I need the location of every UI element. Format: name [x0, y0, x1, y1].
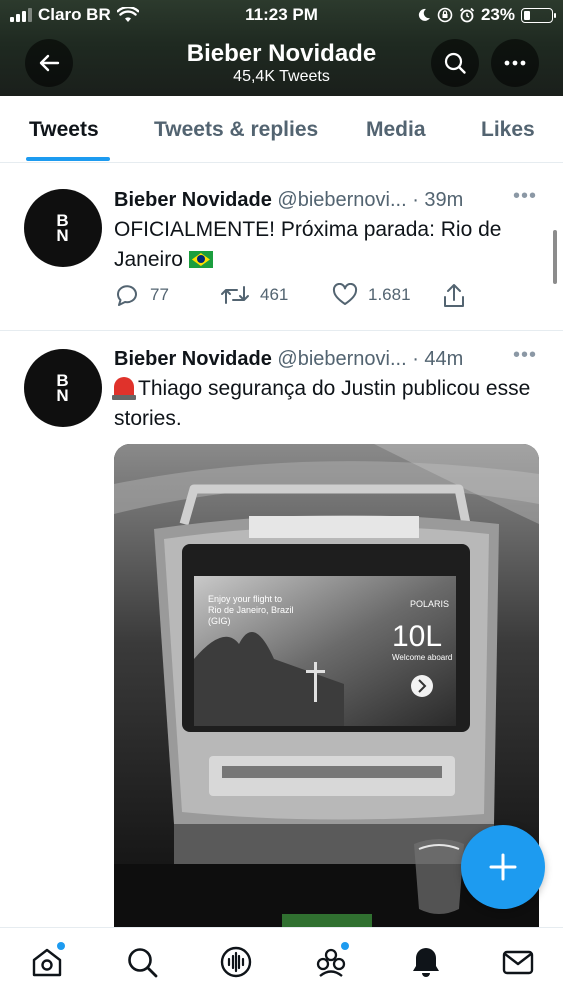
- share-icon: [444, 284, 464, 307]
- media-welcome: Welcome aboard: [392, 653, 452, 662]
- media-text-line1: Enjoy your flight to: [208, 594, 282, 604]
- share-button[interactable]: [442, 283, 466, 309]
- tweet-more-button[interactable]: •••: [513, 344, 537, 367]
- tweet-header: Bieber Novidade @biebernovi... · 39m: [114, 189, 463, 212]
- scroll-indicator[interactable]: [553, 230, 557, 284]
- retweet-button[interactable]: 461: [220, 283, 288, 307]
- tweet-time: · 44m: [412, 348, 464, 370]
- media-text-line3: (GIG): [208, 616, 231, 626]
- nav-home[interactable]: [25, 940, 69, 984]
- author-handle: @biebernovi...: [277, 189, 407, 211]
- reply-button[interactable]: 77: [114, 283, 169, 307]
- like-count: 1.681: [368, 285, 411, 304]
- avatar-letter-bottom: N: [56, 226, 70, 245]
- tab-media[interactable]: Media: [366, 118, 426, 142]
- notifications-icon: [413, 948, 439, 977]
- author-name[interactable]: Bieber Novidade: [114, 348, 272, 370]
- tweet[interactable]: B N Bieber Novidade @biebernovi... · 39m…: [0, 163, 563, 331]
- nav-search[interactable]: [120, 940, 164, 984]
- tweet-text-container: OFICIALMENTE! Próxima parada: Rio de Jan…: [114, 215, 534, 275]
- home-icon: [32, 948, 62, 977]
- search-icon: [128, 948, 158, 978]
- media-text-line2: Rio de Janeiro, Brazil: [208, 605, 294, 615]
- retweet-icon: [221, 286, 249, 304]
- avatar[interactable]: B N: [24, 349, 102, 427]
- orientation-lock-icon: [437, 7, 453, 23]
- tweet-text: OFICIALMENTE! Próxima parada: Rio de Jan…: [114, 218, 502, 271]
- brazil-flag-icon: [188, 251, 213, 268]
- spaces-icon: [220, 946, 252, 978]
- tweet-time: · 39m: [412, 189, 464, 211]
- tweet-count: 45,4K Tweets: [233, 68, 330, 85]
- status-bar: Claro BR 11:23 PM 23%: [0, 0, 563, 32]
- rotating-light-icon: [112, 377, 136, 400]
- tab-tweets-replies[interactable]: Tweets & replies: [154, 118, 318, 142]
- bottom-navigation: [0, 927, 563, 1000]
- nav-notifications[interactable]: [404, 940, 448, 984]
- battery-percent: 23%: [480, 5, 515, 24]
- media-brand: POLARIS: [410, 599, 449, 609]
- app-root: Claro BR 11:23 PM 23% Bieber Novidade 45…: [0, 0, 563, 1000]
- plus-icon: [489, 853, 517, 881]
- more-options-button[interactable]: [491, 39, 539, 87]
- notification-dot: [57, 942, 65, 950]
- tweet-more-button[interactable]: •••: [513, 185, 537, 208]
- tab-likes[interactable]: Likes: [481, 118, 535, 142]
- tweet-text-container: Thiago segurança do Justin publicou esse…: [112, 374, 534, 434]
- tweet-header: Bieber Novidade @biebernovi... · 44m: [114, 348, 463, 371]
- messages-icon: [502, 950, 534, 975]
- nav-messages[interactable]: [496, 940, 540, 984]
- more-dots-icon: [504, 60, 526, 66]
- tweet-text: Thiago segurança do Justin publicou esse…: [114, 377, 531, 430]
- search-icon: [444, 52, 466, 74]
- retweet-count: 461: [260, 285, 289, 304]
- author-name[interactable]: Bieber Novidade: [114, 189, 272, 211]
- communities-icon: [316, 948, 346, 977]
- search-button[interactable]: [431, 39, 479, 87]
- reply-icon: [117, 285, 137, 306]
- nav-spaces[interactable]: [214, 940, 258, 984]
- author-handle: @biebernovi...: [277, 348, 407, 370]
- media-seat-number: 10L: [392, 620, 442, 653]
- profile-tabs: Tweets Tweets & replies Media Likes: [0, 96, 563, 163]
- heart-icon: [332, 283, 358, 305]
- alarm-icon: [459, 7, 475, 23]
- battery-icon: [521, 7, 556, 23]
- notification-dot: [341, 942, 349, 950]
- nav-communities[interactable]: [309, 940, 353, 984]
- active-tab-indicator: [26, 157, 110, 161]
- profile-header: Claro BR 11:23 PM 23% Bieber Novidade 45…: [0, 0, 563, 96]
- avatar[interactable]: B N: [24, 189, 102, 267]
- avatar-letter-bottom: N: [56, 386, 70, 405]
- compose-tweet-button[interactable]: [461, 825, 545, 909]
- status-right: 23%: [417, 5, 556, 25]
- reply-count: 77: [150, 285, 169, 304]
- tab-tweets[interactable]: Tweets: [29, 118, 99, 142]
- like-button[interactable]: 1.681: [332, 283, 411, 307]
- moon-icon: [418, 8, 430, 21]
- tweet-actions: 77 461 1.681: [114, 283, 474, 311]
